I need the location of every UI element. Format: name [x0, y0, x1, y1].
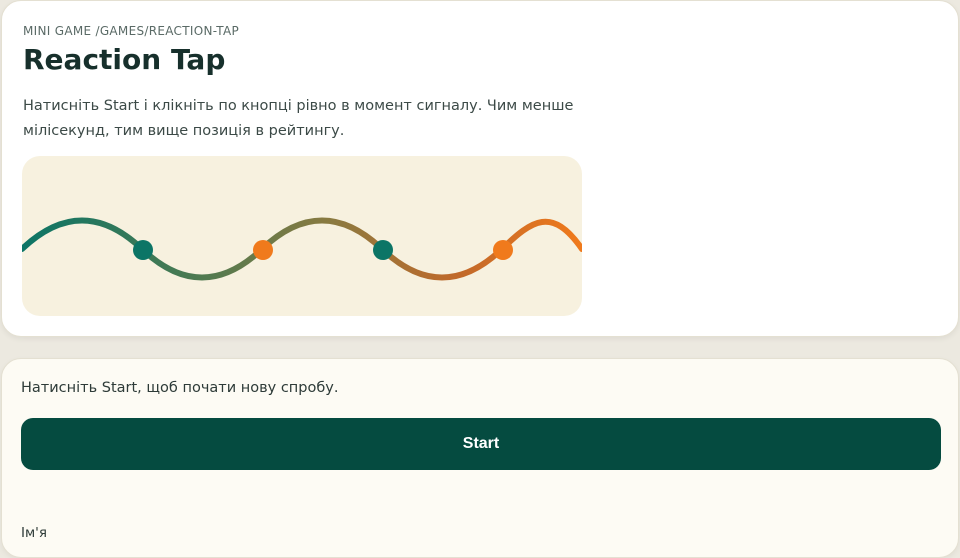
intro-card: MINI GAME /GAMES/REACTION-TAP Reaction T…: [1, 0, 959, 337]
signal-dot: [133, 240, 153, 260]
page-title: Reaction Tap: [23, 43, 226, 76]
signal-dot: [373, 240, 393, 260]
wave-illustration: [22, 156, 582, 316]
name-label: Ім'я: [21, 525, 47, 541]
wave-graphic: [22, 217, 582, 281]
breadcrumb: MINI GAME /GAMES/REACTION-TAP: [23, 24, 239, 38]
game-description: Натисніть Start і клікніть по кнопці рів…: [23, 98, 574, 139]
signal-dot: [493, 240, 513, 260]
signal-dot: [253, 240, 273, 260]
status-text: Натисніть Start, щоб почати нову спробу.: [21, 380, 339, 396]
game-card: Натисніть Start, щоб почати нову спробу.…: [1, 358, 959, 558]
start-button[interactable]: Start: [21, 418, 941, 470]
